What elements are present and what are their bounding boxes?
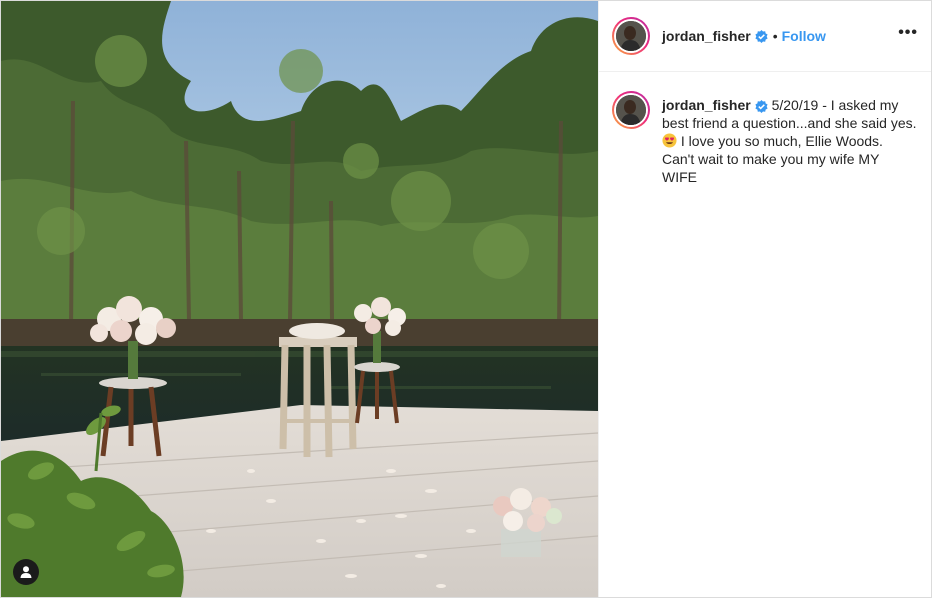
follow-button[interactable]: Follow xyxy=(782,28,826,44)
photo-illustration xyxy=(1,1,598,597)
post-photo[interactable] xyxy=(1,1,598,597)
avatar[interactable] xyxy=(612,17,650,55)
more-options-icon[interactable]: ••• xyxy=(898,24,918,48)
user-tag-button[interactable] xyxy=(13,559,39,585)
post-sidebar: jordan_fisher • Follow ••• jordan_fisher… xyxy=(598,1,931,597)
separator-dot: • xyxy=(772,28,778,44)
caption-body-end: I love you so much, Ellie Woods. Can't w… xyxy=(662,133,883,185)
caption-avatar[interactable] xyxy=(612,91,650,129)
caption-text: jordan_fisher 5/20/19 - I asked my best … xyxy=(662,96,918,186)
caption-username[interactable]: jordan_fisher xyxy=(662,97,751,113)
profile-picture xyxy=(616,21,646,51)
heart-eyes-emoji-icon xyxy=(662,133,677,148)
verified-badge-icon xyxy=(755,99,768,113)
caption-comment: jordan_fisher 5/20/19 - I asked my best … xyxy=(599,72,931,186)
profile-picture xyxy=(616,95,646,125)
post-header: jordan_fisher • Follow ••• xyxy=(599,1,931,72)
user-tag-icon xyxy=(20,566,32,578)
post-dialog: jordan_fisher • Follow ••• jordan_fisher… xyxy=(0,0,932,598)
header-username[interactable]: jordan_fisher xyxy=(662,28,751,44)
verified-badge-icon xyxy=(755,29,768,43)
